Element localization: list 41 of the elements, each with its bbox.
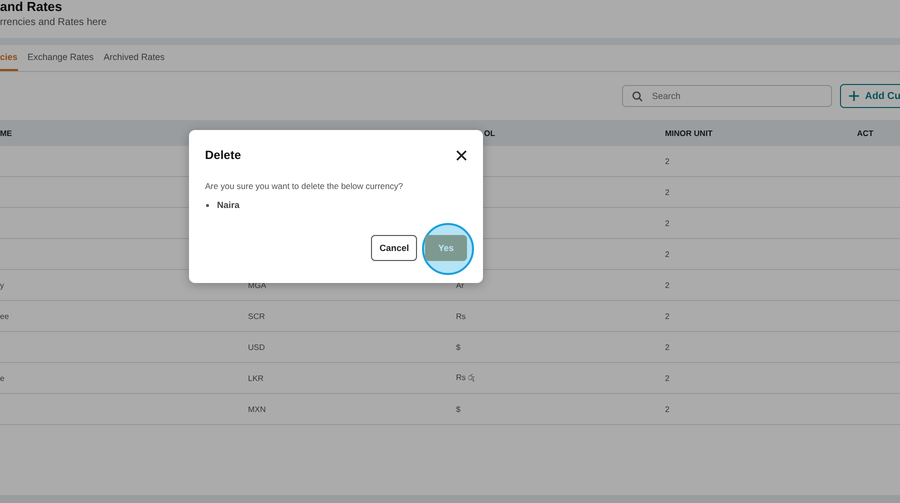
table-cell: 2	[665, 342, 670, 352]
tab[interactable]: Archived Rates	[104, 45, 165, 71]
table-cell: MXN	[248, 404, 266, 414]
add-button[interactable]: Add Cu	[840, 84, 900, 108]
table-cell: 2	[665, 374, 670, 382]
table-cell: LKR	[248, 374, 264, 382]
table-cell: USD	[248, 342, 265, 352]
table-cell: 2	[665, 404, 670, 414]
table-cell: 2	[665, 312, 670, 320]
table-cell: y	[0, 280, 4, 290]
table-cell: $	[456, 404, 460, 414]
table-cell: 2	[665, 280, 670, 290]
table-cell: Rs	[456, 312, 466, 320]
dialog-title: Delete	[205, 148, 242, 162]
table-cell: e	[0, 374, 4, 382]
page-subtitle: rrencies and Rates here	[0, 17, 108, 28]
tab[interactable]: Exchange Rates	[28, 45, 94, 71]
column-header: OL	[484, 128, 496, 138]
search-field[interactable]: Search	[622, 85, 832, 107]
column-header: ACT	[857, 128, 874, 138]
search-icon	[632, 91, 643, 102]
bullet-icon	[206, 204, 209, 206]
table-cell: 2	[665, 188, 670, 196]
tab[interactable]: cies	[0, 45, 18, 71]
page-title: and Rates	[0, 0, 64, 14]
dialog-message: Are you sure you want to delete the below currency?	[205, 181, 404, 191]
table-cell: 2	[665, 250, 670, 258]
column-header: ME	[0, 128, 12, 138]
click-highlight	[422, 223, 474, 275]
table-cell: Ar	[456, 280, 464, 290]
table-cell: ee	[0, 312, 9, 320]
column-header: MINOR UNIT	[665, 128, 713, 138]
table-cell: 2	[665, 218, 670, 228]
close-icon[interactable]	[456, 150, 467, 160]
table-cell: 2	[665, 156, 670, 166]
cancel-button[interactable]: Cancel	[371, 235, 417, 261]
table-cell: $	[456, 342, 460, 352]
plus-icon	[849, 91, 859, 101]
table-cell: SCR	[248, 312, 265, 320]
currency-name: Naira	[217, 200, 240, 210]
table-cell: Rs රු	[456, 373, 475, 382]
